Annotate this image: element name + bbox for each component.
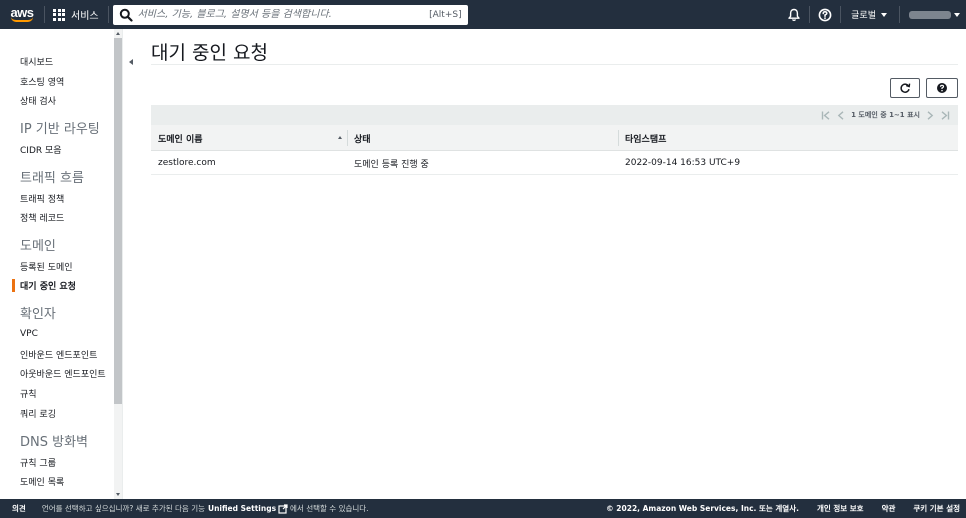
sidebar-item-pending-requests[interactable]: 대기 중인 요청 xyxy=(20,279,76,292)
refresh-button[interactable] xyxy=(890,78,920,98)
help-button[interactable] xyxy=(810,0,840,29)
scrollbar-thumb[interactable] xyxy=(114,38,122,404)
sidebar-item-rules[interactable]: 규칙 xyxy=(20,387,37,400)
search-box[interactable]: [Alt+S] xyxy=(112,4,468,25)
chevron-left-icon xyxy=(129,59,133,65)
account-name-redacted xyxy=(909,10,951,19)
grid-icon xyxy=(53,8,65,21)
top-navigation: aws 서비스 [Alt+S] xyxy=(0,0,966,29)
sidebar-item-inbound-endpoints[interactable]: 인바운드 엔드포인트 xyxy=(20,348,97,361)
search-input[interactable] xyxy=(137,9,430,20)
terms-link[interactable]: 약관 xyxy=(882,503,896,514)
sidebar-collapse-toggle[interactable] xyxy=(122,29,138,499)
sort-ascending-icon[interactable] xyxy=(338,136,342,139)
cell-status: 도메인 등록 진행 중 xyxy=(354,159,429,170)
sidebar-item-cidr-collections[interactable]: CIDR 모음 xyxy=(20,143,62,156)
first-page-button[interactable] xyxy=(821,110,831,120)
help-icon xyxy=(937,83,947,93)
previous-page-button[interactable] xyxy=(837,110,845,120)
next-page-button[interactable] xyxy=(926,110,934,120)
sidebar-item-health-checks[interactable]: 상태 검사 xyxy=(20,94,56,107)
pagination-summary: 1 도메인 중 1~1 표시 xyxy=(851,111,920,119)
account-menu[interactable] xyxy=(900,0,966,29)
chevron-left-icon xyxy=(837,110,844,120)
nav-divider xyxy=(107,6,109,23)
main-content: 대기 중인 요청 1 도메인 중 1~1 표시 도메인 이름 상태 타임스탬프 … xyxy=(151,29,958,499)
region-selector[interactable]: 글로벌 xyxy=(841,0,899,29)
column-divider xyxy=(347,130,348,146)
first-page-icon xyxy=(821,110,830,120)
notifications-button[interactable] xyxy=(779,0,809,29)
nav-right-group: 글로벌 xyxy=(779,0,966,29)
sidebar-item-outbound-endpoints[interactable]: 아웃바운드 엔드포인트 xyxy=(20,367,106,380)
sidebar-scrollbar[interactable] xyxy=(114,29,122,499)
sidebar-section-traffic-flow: 트래픽 흐름 xyxy=(20,171,84,186)
cookie-preferences-link[interactable]: 쿠키 기본 설정 xyxy=(913,503,960,514)
services-menu-button[interactable]: 서비스 xyxy=(45,0,108,29)
search-shortcut-hint: [Alt+S] xyxy=(429,9,462,20)
sidebar-item-traffic-policies[interactable]: 트래픽 정책 xyxy=(20,192,64,205)
scroll-down-icon[interactable] xyxy=(116,493,120,496)
aws-logo[interactable]: aws xyxy=(0,0,44,29)
sidebar-item-registered-domains[interactable]: 등록된 도메인 xyxy=(20,260,73,273)
privacy-link[interactable]: 개인 정보 보호 xyxy=(817,503,864,514)
column-divider xyxy=(618,130,619,146)
unified-settings-link[interactable]: Unified Settings xyxy=(208,504,276,513)
sidebar-item-query-logging[interactable]: 쿼리 로깅 xyxy=(20,407,56,420)
table-row[interactable]: zestlore.com 도메인 등록 진행 중 2022-09-14 16:5… xyxy=(151,151,958,175)
search-icon xyxy=(119,8,133,22)
footer: 의견 언어를 선택하고 싶으십니까? 새로 추가된 다음 기능 Unified … xyxy=(0,499,966,518)
title-divider xyxy=(151,64,958,65)
sidebar-item-dashboard[interactable]: 대시보드 xyxy=(20,55,53,68)
bell-icon xyxy=(788,8,800,21)
cell-timestamp: 2022-09-14 16:53 UTC+9 xyxy=(625,158,741,168)
sidebar-item-rule-groups[interactable]: 규칙 그룹 xyxy=(20,456,56,469)
services-label: 서비스 xyxy=(71,11,99,22)
copyright-text: © 2022, Amazon Web Services, Inc. 또는 계열사… xyxy=(606,504,799,513)
info-button[interactable] xyxy=(926,78,958,98)
refresh-icon xyxy=(900,83,911,93)
sidebar-section-dns-firewall: DNS 방화벽 xyxy=(20,435,88,450)
column-header-status[interactable]: 상태 xyxy=(354,125,371,151)
table-header: 도메인 이름 상태 타임스탬프 xyxy=(151,125,958,151)
sidebar: 대시보드 호스팅 영역 상태 검사 IP 기반 라우팅 CIDR 모음 트래픽 … xyxy=(0,29,122,499)
chevron-down-icon xyxy=(954,12,960,17)
language-prompt: 언어를 선택하고 싶으십니까? 새로 추가된 다음 기능 xyxy=(41,504,205,513)
chevron-right-icon xyxy=(927,110,934,120)
chevron-down-icon xyxy=(881,12,887,17)
sidebar-section-domains: 도메인 xyxy=(20,239,56,254)
sidebar-item-domain-lists[interactable]: 도메인 목록 xyxy=(20,475,64,488)
last-page-button[interactable] xyxy=(940,110,950,120)
help-icon xyxy=(818,8,832,21)
logo-smile-icon xyxy=(11,17,33,22)
column-header-domain-name[interactable]: 도메인 이름 xyxy=(158,125,203,151)
scroll-up-icon[interactable] xyxy=(116,32,120,35)
sidebar-item-hosted-zones[interactable]: 호스팅 영역 xyxy=(20,75,64,88)
last-page-icon xyxy=(941,110,950,120)
footer-links: © 2022, Amazon Web Services, Inc. 또는 계열사… xyxy=(606,499,960,518)
sidebar-section-resolver: 확인자 xyxy=(20,307,56,322)
sidebar-item-policy-records[interactable]: 정책 레코드 xyxy=(20,211,64,224)
column-header-timestamp[interactable]: 타임스탬프 xyxy=(625,125,666,151)
active-indicator xyxy=(12,279,15,292)
cell-domain-name: zestlore.com xyxy=(158,158,216,168)
page-title: 대기 중인 요청 xyxy=(151,42,268,64)
sidebar-item-vpc[interactable]: VPC xyxy=(20,329,38,339)
feedback-link[interactable]: 의견 xyxy=(12,503,26,514)
pagination-bar: 1 도메인 중 1~1 표시 xyxy=(151,105,958,125)
region-label: 글로벌 xyxy=(851,11,876,21)
external-link-icon xyxy=(278,503,288,514)
language-prompt-suffix: 에서 선택할 수 있습니다. xyxy=(290,504,369,513)
sidebar-section-ip-routing: IP 기반 라우팅 xyxy=(20,122,100,137)
